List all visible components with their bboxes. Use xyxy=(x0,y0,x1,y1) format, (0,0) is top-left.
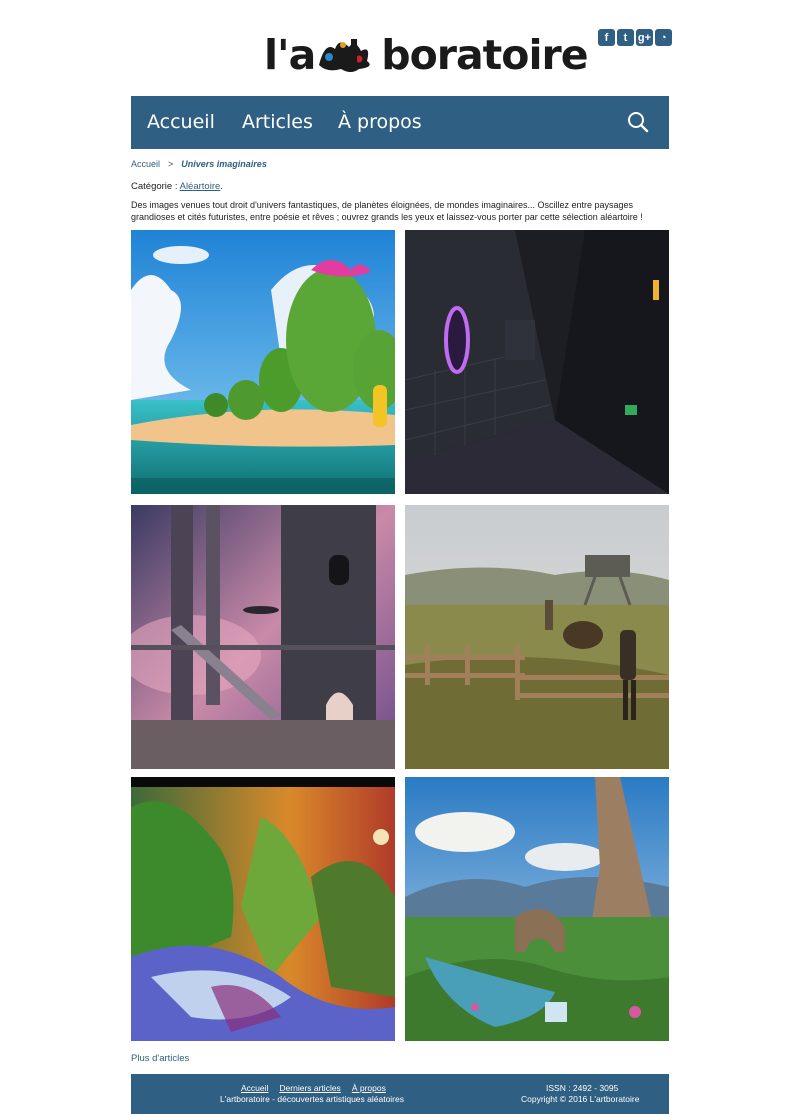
search-icon[interactable] xyxy=(627,111,649,133)
artwork-neon-alley[interactable] xyxy=(405,230,669,494)
artwork-fantasy-valley[interactable] xyxy=(405,777,669,1041)
breadcrumb-current: Univers imaginaires xyxy=(181,159,267,169)
breadcrumb: Accueil > Univers imaginaires xyxy=(131,159,267,169)
social-links: f t g+ ◔ xyxy=(598,29,672,46)
footer-link-accueil[interactable]: Accueil xyxy=(241,1083,268,1093)
breadcrumb-home[interactable]: Accueil xyxy=(131,159,160,169)
category-label: Catégorie : xyxy=(131,181,178,192)
logo-suffix: boratoire xyxy=(381,31,588,79)
footer-copyright: Copyright © 2016 L'artboratoire xyxy=(521,1094,640,1104)
twitter-icon[interactable]: t xyxy=(617,29,634,46)
breadcrumb-separator: > xyxy=(168,159,174,169)
more-articles-link[interactable]: Plus d'articles xyxy=(131,1053,189,1064)
logo-prefix: l'a xyxy=(264,31,316,79)
site-header: l'a boratoire f t g+ ◔ xyxy=(0,0,800,96)
rss-icon[interactable]: ◔ xyxy=(655,29,672,46)
site-footer: Accueil Derniers articles À propos L'artbo… xyxy=(131,1074,669,1114)
category-link[interactable]: Aléartoire xyxy=(180,181,221,192)
article-description: Des images venues tout droit d'univers f… xyxy=(131,200,643,222)
logo-splash-icon xyxy=(315,35,381,75)
footer-tagline: L'artboratoire - découvertes artistiques… xyxy=(220,1094,404,1104)
footer-issn: ISSN : 2492 - 3095 xyxy=(546,1083,619,1093)
footer-link-a-propos[interactable]: À propos xyxy=(352,1083,386,1093)
artwork-cactus-island[interactable] xyxy=(131,230,395,494)
site-logo[interactable]: l'a boratoire xyxy=(264,30,589,80)
facebook-icon[interactable]: f xyxy=(598,29,615,46)
category-suffix: . xyxy=(220,181,223,192)
artwork-stone-tower[interactable] xyxy=(131,505,395,769)
main-nav: Accueil Articles À propos xyxy=(131,96,669,149)
nav-item-a-propos[interactable]: À propos xyxy=(338,96,422,149)
google-plus-icon[interactable]: g+ xyxy=(636,29,653,46)
artwork-jungle-waterfall[interactable] xyxy=(131,777,395,1041)
category-line: Catégorie : Aléartoire. xyxy=(131,181,223,192)
nav-item-accueil[interactable]: Accueil xyxy=(147,96,215,149)
footer-link-derniers-articles[interactable]: Derniers articles xyxy=(279,1083,340,1093)
artwork-farm-mechs[interactable] xyxy=(405,505,669,769)
nav-item-articles[interactable]: Articles xyxy=(242,96,313,149)
footer-links: Accueil Derniers articles À propos xyxy=(241,1083,397,1093)
